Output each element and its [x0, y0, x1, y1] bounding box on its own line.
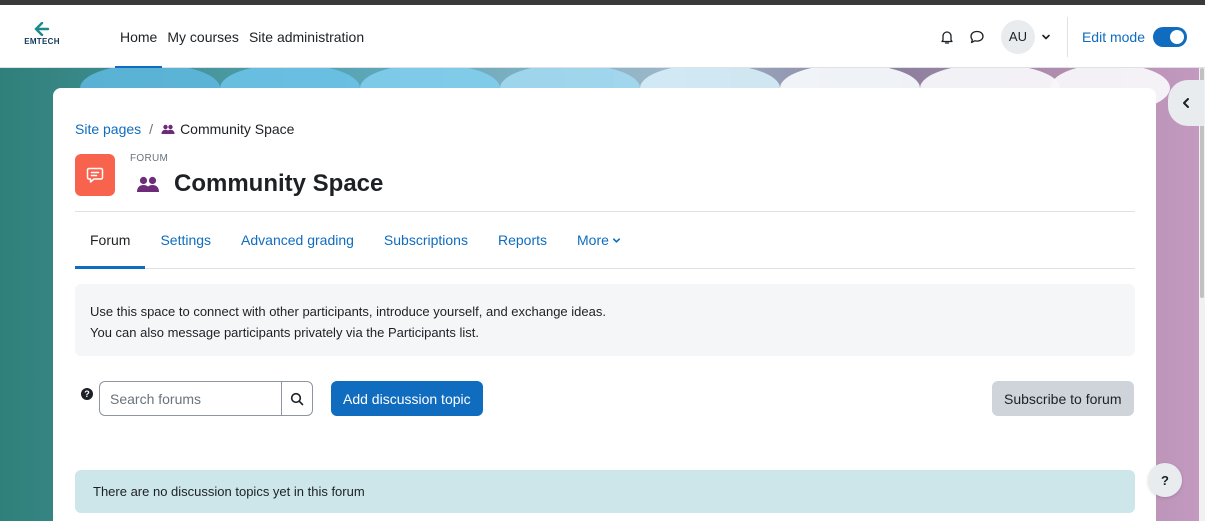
brand-logo[interactable]: EMTECH: [22, 22, 62, 46]
breadcrumb: Site pages / Community Space: [75, 121, 294, 137]
subscribe-to-forum-button[interactable]: Subscribe to forum: [992, 381, 1134, 416]
page-scrollbar[interactable]: [1199, 68, 1205, 521]
page-title: Community Space: [136, 170, 383, 198]
group-icon: [161, 124, 175, 134]
tab-more[interactable]: More: [562, 212, 636, 268]
messages-button[interactable]: [965, 25, 989, 49]
notifications-button[interactable]: [935, 25, 959, 49]
breadcrumb-site-pages[interactable]: Site pages: [75, 121, 141, 137]
primary-navigation: Home My courses Site administration: [115, 5, 369, 69]
main-content-card: Site pages / Community Space FORUM Commu…: [53, 88, 1156, 521]
nav-my-courses[interactable]: My courses: [162, 5, 244, 68]
user-controls: AU Edit mode: [929, 5, 1187, 68]
group-icon: [136, 176, 160, 192]
search-input[interactable]: [99, 381, 281, 416]
tab-subscriptions[interactable]: Subscriptions: [369, 212, 483, 268]
user-avatar[interactable]: AU: [1000, 19, 1035, 54]
help-button[interactable]: ?: [1148, 463, 1182, 497]
forum-intro: Use this space to connect with other par…: [75, 284, 1135, 356]
chevron-down-icon: [1042, 34, 1050, 39]
tab-advanced-grading[interactable]: Advanced grading: [226, 212, 369, 268]
nav-divider: [1066, 16, 1068, 57]
tab-reports[interactable]: Reports: [483, 212, 562, 268]
page-title-text: Community Space: [174, 170, 384, 197]
edit-mode-toggle[interactable]: [1153, 26, 1187, 47]
no-topics-notice: There are no discussion topics yet in th…: [75, 470, 1135, 513]
secondary-navigation: Forum Settings Advanced grading Subscrip…: [75, 212, 1135, 269]
forum-icon: [86, 167, 104, 183]
intro-line-1: Use this space to connect with other par…: [90, 304, 606, 319]
chevron-down-icon: [612, 237, 620, 243]
top-navbar: EMTECH Home My courses Site administrati…: [0, 5, 1205, 69]
bell-icon: [941, 30, 953, 44]
search-icon: [290, 392, 304, 405]
search-button[interactable]: [281, 381, 313, 416]
tab-forum[interactable]: Forum: [75, 212, 146, 269]
user-menu-toggle[interactable]: [1041, 32, 1051, 42]
tab-more-label: More: [577, 232, 609, 248]
forum-activity-icon: [75, 154, 115, 196]
add-discussion-topic-button[interactable]: Add discussion topic: [331, 381, 483, 416]
intro-line-2: You can also message participants privat…: [90, 325, 479, 340]
open-drawer-button[interactable]: [1168, 80, 1204, 126]
forum-search: [99, 381, 313, 416]
breadcrumb-current: Community Space: [180, 121, 295, 137]
nav-site-administration[interactable]: Site administration: [244, 5, 369, 68]
search-help-icon[interactable]: ?: [81, 388, 93, 400]
chat-icon: [970, 30, 984, 43]
logo-icon: [34, 22, 50, 36]
breadcrumb-separator: /: [149, 121, 154, 137]
activity-type-label: FORUM: [130, 153, 169, 164]
chevron-left-icon: [1183, 98, 1189, 108]
nav-home[interactable]: Home: [115, 5, 163, 69]
edit-mode-label: Edit mode: [1081, 28, 1145, 45]
tab-settings[interactable]: Settings: [145, 212, 226, 268]
brand-name: EMTECH: [24, 37, 60, 46]
